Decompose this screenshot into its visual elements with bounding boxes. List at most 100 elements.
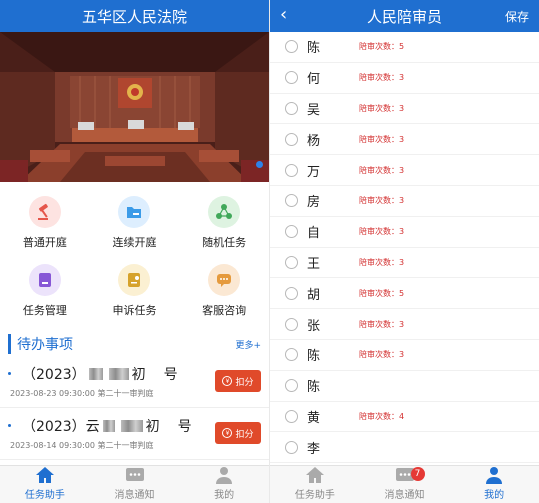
message-icon (125, 468, 144, 481)
juror-row[interactable]: 王 陪审次数：3 (270, 248, 539, 279)
juror-row[interactable]: 吴 陪审次数：3 (270, 94, 539, 125)
juror-name: 胡 (307, 287, 321, 303)
user-icon (486, 467, 503, 484)
radio-button[interactable] (285, 286, 298, 300)
juror-row[interactable]: 何 陪审次数：3 (270, 63, 539, 94)
juror-name: 房 (307, 195, 321, 211)
page-title: 人民陪审员 (366, 7, 442, 26)
radio-button[interactable] (285, 194, 298, 208)
case-number-prefix: （2023） (22, 367, 86, 383)
radio-button[interactable] (285, 71, 298, 85)
todo-item[interactable]: （2023）云 初 号 2023-08-14 09:30:00 第二十一审判庭 … (0, 408, 269, 460)
radio-button[interactable] (285, 225, 298, 239)
radio-button[interactable] (285, 409, 298, 423)
grid-item-label: 普通开庭 (22, 236, 67, 249)
grid-item-appeal-task[interactable]: 申诉任务 (90, 264, 180, 318)
user-icon (216, 467, 233, 484)
grid-item-label: 任务管理 (22, 304, 67, 317)
section-title: 待办事项 (8, 334, 73, 354)
grid-item-label: 客服咨询 (202, 304, 247, 317)
juror-name: 李 (307, 441, 321, 457)
grid-item-random-task[interactable]: 随机任务 (179, 196, 269, 250)
courtroom-banner[interactable] (0, 32, 269, 182)
radio-button[interactable] (285, 132, 298, 146)
tab-notifications[interactable]: 消息通知 (90, 466, 180, 503)
save-button[interactable]: 保存 (505, 8, 529, 25)
grid-item-customer-service[interactable]: 客服咨询 (179, 264, 269, 318)
juror-row[interactable]: 万 陪审次数：3 (270, 155, 539, 186)
juror-row[interactable]: 黄 陪审次数：4 (270, 402, 539, 433)
back-arrow-icon[interactable]: ‹ (280, 4, 287, 25)
juror-row[interactable]: 杨 陪审次数：3 (270, 124, 539, 156)
tab-label: 我的 (214, 490, 235, 501)
radio-button[interactable] (285, 440, 298, 454)
grid-item-continuous-hearing[interactable]: 连续开庭 (90, 196, 180, 250)
deduct-button[interactable]: ¥ 扣分 (215, 370, 261, 392)
juror-row[interactable]: 房 陪审次数：3 (270, 186, 539, 217)
tab-mine[interactable]: 我的 (449, 466, 539, 503)
deduct-label: 扣分 (235, 429, 254, 440)
juror-row[interactable]: 自 陪审次数：3 (270, 217, 539, 248)
juror-selection-screen: ‹ 人民陪审员 保存 陈陪审次数：5 何陪审次数：3 吴陪审次数：3 杨陪审次数：3 万… (270, 0, 539, 503)
todo-court: 第二十一审判庭 (97, 441, 154, 450)
court-home-screen: 五华区人民法院 普通开庭 连续开庭 随机任务 任务管理 申诉任务 客服咨询 待办… (0, 0, 269, 503)
more-link[interactable]: 更多+ (235, 338, 261, 351)
folder-icon (118, 196, 151, 228)
bottom-tab-bar: 任务助手 消息通知 我的 (0, 465, 269, 503)
tab-label: 我的 (484, 490, 505, 501)
header-bar: 五华区人民法院 (0, 0, 269, 32)
radio-button[interactable] (285, 348, 298, 362)
todo-time: 2023-08-14 09:30:00 (10, 441, 95, 450)
case-number-suffix: 号 (163, 367, 178, 383)
juror-name: 黄 (307, 410, 321, 426)
radio-button[interactable] (285, 317, 298, 331)
radio-button[interactable] (285, 101, 298, 115)
tab-task-assistant[interactable]: 任务助手 (270, 466, 360, 503)
grid-item-label: 随机任务 (202, 236, 247, 249)
carousel-indicator[interactable] (256, 161, 263, 168)
hearing-count: 陪审次数：3 (359, 134, 405, 144)
juror-list: 陈陪审次数：5 何陪审次数：3 吴陪审次数：3 杨陪审次数：3 万陪审次数：3 房陪审次数… (270, 32, 539, 464)
case-number-suffix: 号 (177, 419, 192, 435)
juror-row[interactable]: 张 陪审次数：3 (270, 309, 539, 340)
radio-button[interactable] (285, 379, 298, 393)
juror-row[interactable]: 陈 陪审次数：3 (270, 340, 539, 371)
page-title: 五华区人民法院 (81, 7, 187, 26)
deduct-button[interactable]: ¥ 扣分 (215, 422, 261, 444)
todo-time: 2023-08-23 09:30:00 (10, 389, 95, 398)
deduct-label: 扣分 (235, 377, 254, 388)
case-number-mid: 初 (131, 367, 146, 383)
bullet-dot (8, 424, 11, 427)
tab-task-assistant[interactable]: 任务助手 (0, 466, 90, 503)
juror-name: 万 (307, 164, 321, 180)
juror-row[interactable]: 胡 陪审次数：5 (270, 278, 539, 310)
hearing-count: 陪审次数：3 (359, 196, 405, 206)
redacted-text (88, 368, 103, 380)
tab-notifications[interactable]: 7 消息通知 (360, 466, 450, 503)
juror-name: 张 (307, 318, 321, 334)
hearing-count: 陪审次数：5 (359, 288, 405, 298)
todo-item[interactable]: （2023） 初 号 2023-08-23 09:30:00 第二十一审判庭 ¥… (0, 356, 269, 408)
radio-button[interactable] (285, 40, 298, 54)
share-nodes-icon (208, 196, 241, 228)
juror-name: 自 (307, 226, 321, 242)
home-icon (35, 467, 54, 483)
unread-badge: 7 (410, 467, 425, 481)
grid-item-ordinary-hearing[interactable]: 普通开庭 (0, 196, 90, 250)
juror-row[interactable]: 李 (270, 432, 539, 464)
grid-item-label: 连续开庭 (112, 236, 157, 249)
tab-mine[interactable]: 我的 (179, 466, 269, 503)
juror-name: 杨 (307, 133, 321, 149)
juror-name: 王 (307, 256, 321, 272)
radio-button[interactable] (285, 255, 298, 269)
todo-court: 第二十一审判庭 (97, 389, 154, 398)
grid-item-task-management[interactable]: 任务管理 (0, 264, 90, 318)
juror-row[interactable]: 陈 (270, 371, 539, 402)
tab-label: 任务助手 (24, 490, 65, 501)
radio-button[interactable] (285, 163, 298, 177)
tab-label: 消息通知 (384, 490, 425, 501)
hearing-count: 陪审次数：3 (359, 165, 405, 175)
header-bar: ‹ 人民陪审员 保存 (270, 0, 539, 32)
juror-row[interactable]: 陈 陪审次数：5 (270, 32, 539, 63)
hearing-count: 陪审次数：3 (359, 103, 405, 113)
